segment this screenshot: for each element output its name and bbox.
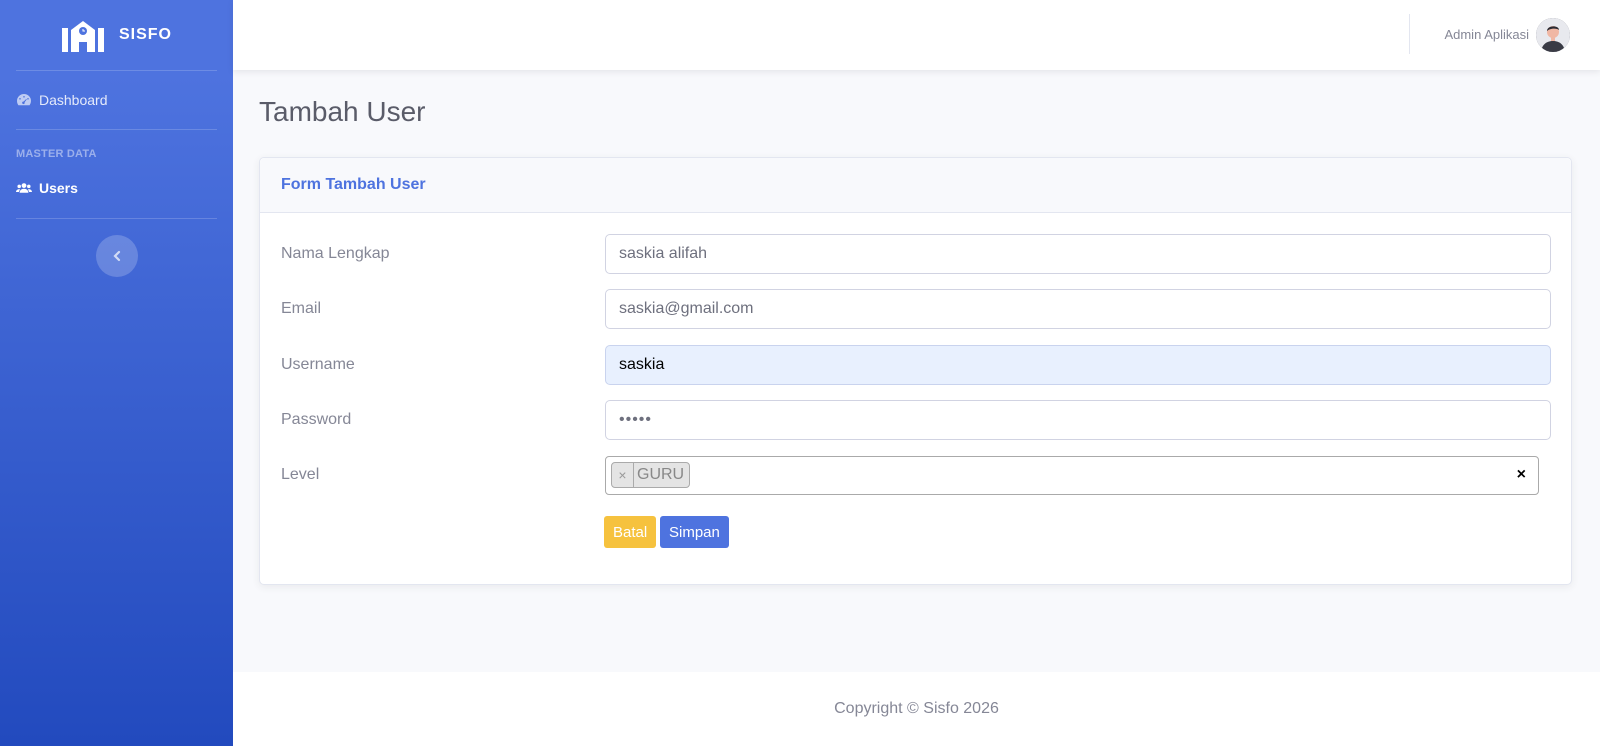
form-row-email: Email saskia@gmail.com [281, 289, 1551, 329]
save-button[interactable]: Simpan [660, 516, 729, 548]
chip-remove-icon[interactable]: × [612, 463, 634, 487]
sidebar-toggle-button[interactable] [95, 235, 138, 277]
topbar: Admin Aplikasi [233, 0, 1600, 70]
sidebar-toggle-wrap [0, 219, 233, 277]
password-label: Password [281, 411, 352, 428]
page-title: Tambah User [259, 96, 426, 127]
sidebar: SISFO Dashboard MASTER DATA Users [0, 0, 233, 746]
card-title: Form Tambah User [281, 176, 426, 193]
nama-label: Nama Lengkap [281, 245, 390, 262]
chip-label: GURU [637, 466, 685, 483]
topbar-divider [1409, 14, 1410, 54]
copyright-text: Copyright © Sisfo 2026 [834, 700, 999, 717]
clear-selection-icon[interactable]: × [1517, 466, 1526, 484]
password-field[interactable]: ••••• [605, 400, 1551, 440]
username-value: saskia [619, 356, 665, 373]
form-row-username: Username saskia [281, 345, 1551, 385]
email-label: Email [281, 300, 322, 317]
footer: Copyright © Sisfo 2026 [233, 672, 1600, 746]
brand-name: SISFO [118, 26, 172, 43]
card-header: Form Tambah User [260, 158, 1571, 213]
user-name[interactable]: Admin Aplikasi [1444, 27, 1529, 42]
chevron-left-icon [112, 250, 120, 262]
form-row-level: Level × GURU × [281, 455, 1551, 495]
sidebar-item-label: Users [39, 180, 78, 196]
sidebar-item-users[interactable]: Users [0, 166, 233, 210]
nama-value: saskia alifah [619, 245, 708, 262]
school-icon [61, 17, 105, 53]
level-chip: × GURU [611, 462, 691, 488]
email-field[interactable]: saskia@gmail.com [605, 289, 1551, 329]
level-label: Level [281, 466, 320, 483]
sidebar-brand[interactable]: SISFO [0, 0, 233, 70]
cancel-button[interactable]: Batal [604, 516, 657, 548]
avatar[interactable] [1536, 18, 1570, 52]
sidebar-heading: MASTER DATA [16, 148, 97, 160]
level-select[interactable]: × GURU × [605, 455, 1539, 495]
users-icon [16, 183, 32, 193]
tachometer-icon [17, 94, 31, 106]
form-row-nama: Nama Lengkap saskia alifah [281, 234, 1551, 274]
nama-field[interactable]: saskia alifah [605, 234, 1551, 274]
form-row-password: Password ••••• [281, 400, 1551, 440]
email-value: saskia@gmail.com [619, 300, 754, 317]
sidebar-item-label: Dashboard [39, 92, 108, 108]
sidebar-item-dashboard[interactable]: Dashboard [0, 71, 233, 129]
username-label: Username [281, 356, 355, 373]
password-value: ••••• [619, 411, 653, 428]
form-card: Form Tambah User Nama Lengkap saskia ali… [259, 157, 1572, 585]
username-field[interactable]: saskia [605, 345, 1551, 385]
